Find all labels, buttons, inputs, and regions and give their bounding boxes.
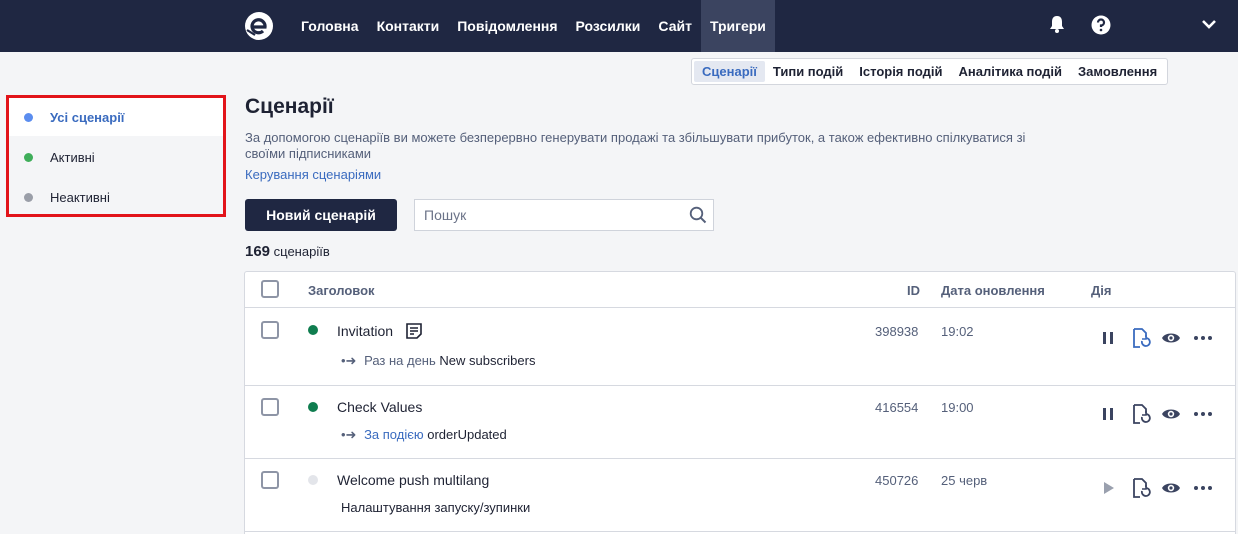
header-title[interactable]: Заголовок bbox=[308, 283, 375, 298]
scenario-name[interactable]: Check Values bbox=[337, 399, 422, 415]
sidebar-item-inactive[interactable]: Неактивні bbox=[9, 178, 223, 216]
more-icon[interactable] bbox=[1193, 478, 1213, 498]
page-description: За допомогою сценаріїв ви можете безпере… bbox=[245, 130, 1026, 161]
trigger-info: Налаштування запуску/зупинки bbox=[341, 500, 530, 515]
manage-scenarios-link[interactable]: Керування сценаріями bbox=[245, 167, 381, 182]
count-number: 169 bbox=[245, 243, 271, 260]
select-all-checkbox[interactable] bbox=[261, 280, 279, 298]
search-input[interactable] bbox=[415, 200, 680, 230]
updated-date: 19:00 bbox=[941, 400, 974, 415]
play-icon[interactable] bbox=[1098, 478, 1118, 498]
bell-icon[interactable] bbox=[1047, 14, 1067, 34]
scenario-id: 416554 bbox=[875, 400, 919, 415]
sidebar-item-label: Усі сценарії bbox=[50, 110, 125, 125]
help-icon[interactable] bbox=[1091, 15, 1111, 35]
updated-date: 19:02 bbox=[941, 324, 974, 339]
pause-icon[interactable] bbox=[1098, 404, 1118, 424]
updated-date: 25 черв bbox=[941, 473, 988, 488]
status-dot bbox=[24, 193, 33, 202]
trigger-info: •➜ За подією orderUpdated bbox=[341, 427, 507, 443]
logo-icon[interactable] bbox=[244, 11, 274, 41]
header-action: Дія bbox=[1091, 283, 1112, 298]
scenario-count: 169 сценаріїв bbox=[245, 243, 330, 260]
scenario-name[interactable]: Invitation bbox=[337, 323, 393, 339]
status-dot bbox=[308, 402, 318, 412]
tab-event-types[interactable]: Типи подій bbox=[765, 61, 851, 82]
trigger-value: orderUpdated bbox=[427, 427, 507, 442]
nav-contacts[interactable]: Контакти bbox=[368, 0, 449, 52]
sidebar-item-label: Активні bbox=[50, 150, 95, 165]
header-date[interactable]: Дата оновлення bbox=[941, 283, 1045, 298]
new-scenario-button[interactable]: Новий сценарій bbox=[245, 199, 397, 231]
scenarios-table: Заголовок ID Дата оновлення Дія Invitati… bbox=[244, 271, 1236, 534]
pause-icon[interactable] bbox=[1098, 328, 1118, 348]
nav-campaigns[interactable]: Розсилки bbox=[567, 0, 650, 52]
sidebar-item-active[interactable]: Активні bbox=[9, 138, 223, 176]
top-bar: Головна Контакти Повідомлення Розсилки С… bbox=[0, 0, 1238, 52]
status-dot bbox=[308, 475, 318, 485]
nav-home[interactable]: Головна bbox=[292, 0, 368, 52]
trigger-type: За подією bbox=[364, 427, 424, 442]
scenario-id: 450726 bbox=[875, 473, 919, 488]
trigger-value: Налаштування запуску/зупинки bbox=[341, 500, 531, 515]
status-dot bbox=[24, 153, 33, 162]
version-restore-icon[interactable] bbox=[1130, 403, 1152, 425]
note-icon[interactable] bbox=[405, 322, 423, 340]
search-icon[interactable] bbox=[689, 206, 707, 224]
page-title: Сценарії bbox=[245, 95, 334, 118]
tab-orders[interactable]: Замовлення bbox=[1070, 61, 1165, 82]
nav-site[interactable]: Сайт bbox=[649, 0, 701, 52]
nav-messages[interactable]: Повідомлення bbox=[448, 0, 566, 52]
scenario-name[interactable]: Welcome push multilang bbox=[337, 472, 489, 488]
main-nav: Головна Контакти Повідомлення Розсилки С… bbox=[292, 0, 775, 52]
sidebar-item-label: Неактивні bbox=[50, 190, 110, 205]
sidebar-item-all[interactable]: Усі сценарії bbox=[9, 98, 223, 136]
eye-icon[interactable] bbox=[1161, 404, 1181, 424]
table-header: Заголовок ID Дата оновлення Дія bbox=[245, 272, 1235, 308]
status-dot bbox=[24, 113, 33, 122]
count-label: сценаріїв bbox=[273, 244, 330, 259]
scenario-id: 398938 bbox=[875, 324, 919, 339]
nav-triggers[interactable]: Тригери bbox=[700, 0, 775, 52]
arrow-right-icon: •➜ bbox=[341, 353, 357, 368]
header-id[interactable]: ID bbox=[907, 283, 920, 298]
trigger-type: Раз на день bbox=[364, 353, 436, 368]
status-dot bbox=[308, 325, 318, 335]
tab-event-history[interactable]: Історія подій bbox=[851, 61, 950, 82]
trigger-info: •➜ Раз на день New subscribers bbox=[341, 353, 535, 369]
eye-icon[interactable] bbox=[1161, 328, 1181, 348]
more-icon[interactable] bbox=[1193, 404, 1213, 424]
more-icon[interactable] bbox=[1193, 328, 1213, 348]
table-row: Check Values •➜ За подією orderUpdated 4… bbox=[245, 387, 1235, 459]
arrow-right-icon: •➜ bbox=[341, 427, 357, 442]
row-checkbox[interactable] bbox=[261, 398, 279, 416]
table-row: Welcome push multilang Налаштування запу… bbox=[245, 460, 1235, 532]
tab-scenarios[interactable]: Сценарії bbox=[694, 61, 765, 82]
sub-tabs: Сценарії Типи подій Історія подій Аналіт… bbox=[691, 58, 1169, 85]
row-checkbox[interactable] bbox=[261, 471, 279, 489]
trigger-value: New subscribers bbox=[439, 353, 536, 368]
table-row: Invitation •➜ Раз на день New subscriber… bbox=[245, 309, 1235, 386]
scenario-filter-sidebar: Усі сценарії Активні Неактивні bbox=[6, 95, 226, 217]
chevron-down-icon[interactable] bbox=[1201, 18, 1217, 30]
row-checkbox[interactable] bbox=[261, 321, 279, 339]
eye-icon[interactable] bbox=[1161, 478, 1181, 498]
search-box bbox=[414, 199, 714, 231]
version-restore-icon[interactable] bbox=[1130, 477, 1152, 499]
tab-event-analytics[interactable]: Аналітика подій bbox=[951, 61, 1071, 82]
version-restore-icon[interactable] bbox=[1130, 327, 1152, 349]
